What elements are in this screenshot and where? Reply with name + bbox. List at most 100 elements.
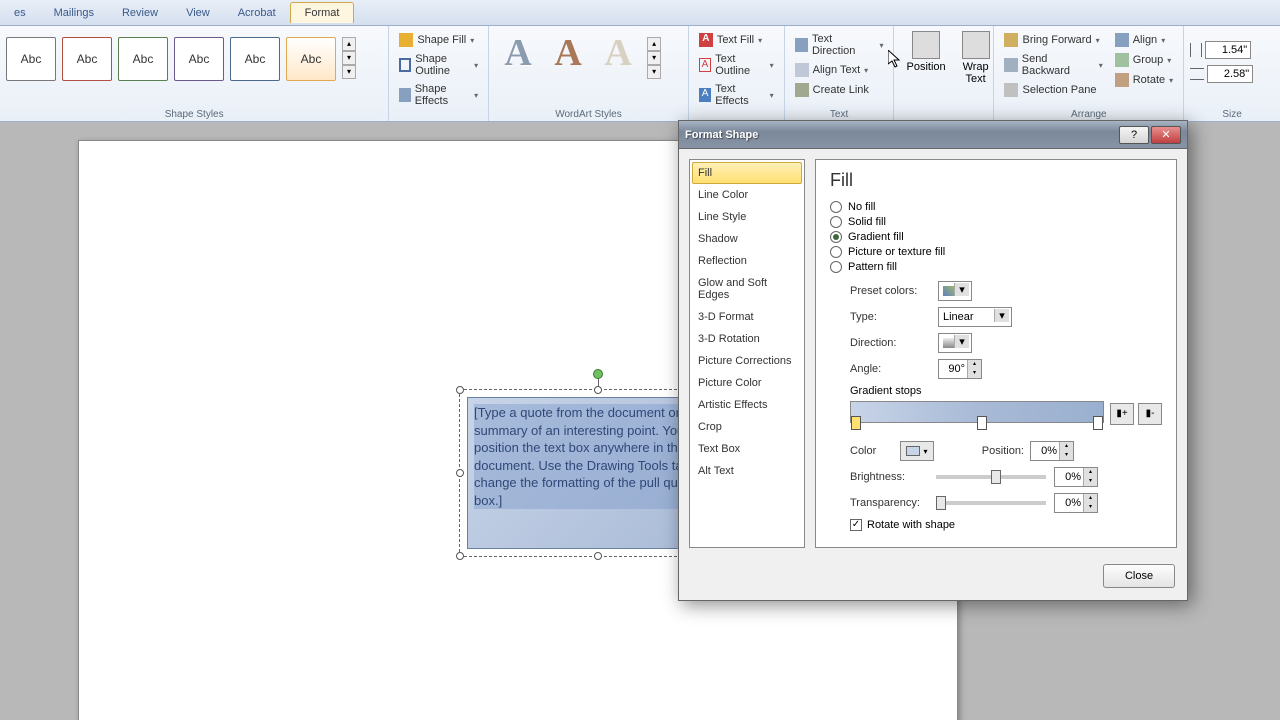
text-effects-button[interactable]: AText Effects — [695, 81, 778, 109]
category-reflection[interactable]: Reflection — [692, 250, 802, 272]
gallery-down[interactable]: ▾ — [342, 51, 356, 65]
radio-icon[interactable] — [830, 216, 842, 228]
selection-pane-button[interactable]: Selection Pane — [1000, 81, 1106, 99]
radio-icon[interactable] — [830, 246, 842, 258]
gallery-up[interactable]: ▴ — [647, 37, 661, 51]
dialog-title: Format Shape — [685, 129, 1117, 141]
fill-radio-no-fill[interactable]: No fill — [830, 201, 1162, 213]
resize-handle[interactable] — [594, 386, 602, 394]
label: Bring Forward — [1022, 34, 1091, 46]
gradient-stop[interactable] — [1093, 416, 1103, 430]
height-input[interactable] — [1205, 41, 1251, 59]
fill-radio-pattern-fill[interactable]: Pattern fill — [830, 261, 1162, 273]
color-button[interactable] — [900, 441, 934, 461]
bring-forward-button[interactable]: Bring Forward — [1000, 31, 1106, 49]
angle-input[interactable]: ▴▾ — [938, 359, 982, 379]
gallery-more[interactable]: ▾ — [647, 65, 661, 79]
resize-handle[interactable] — [594, 552, 602, 560]
category-line-color[interactable]: Line Color — [692, 184, 802, 206]
fill-radio-solid-fill[interactable]: Solid fill — [830, 216, 1162, 228]
category-fill[interactable]: Fill — [692, 162, 802, 184]
category-artistic-effects[interactable]: Artistic Effects — [692, 394, 802, 416]
category-glow-and-soft-edges[interactable]: Glow and Soft Edges — [692, 272, 802, 306]
text-direction-button[interactable]: Text Direction — [791, 31, 888, 59]
shape-outline-button[interactable]: Shape Outline — [395, 51, 482, 79]
align-text-button[interactable]: Align Text — [791, 61, 888, 79]
category-picture-color[interactable]: Picture Color — [692, 372, 802, 394]
wordart-style[interactable]: A — [495, 29, 541, 77]
fill-radio-picture-or-texture-fill[interactable]: Picture or texture fill — [830, 246, 1162, 258]
position-button[interactable]: Position — [900, 29, 951, 75]
resize-handle[interactable] — [456, 386, 464, 394]
category-crop[interactable]: Crop — [692, 416, 802, 438]
shape-effects-button[interactable]: Shape Effects — [395, 81, 482, 109]
category-picture-corrections[interactable]: Picture Corrections — [692, 350, 802, 372]
radio-icon[interactable] — [830, 201, 842, 213]
ribbon-tab-mailings[interactable]: Mailings — [40, 3, 108, 23]
gallery-more[interactable]: ▾ — [342, 65, 356, 79]
rotate-checkbox[interactable]: ✓ — [850, 519, 862, 531]
align-button[interactable]: Align — [1111, 31, 1177, 49]
fill-radio-gradient-fill[interactable]: Gradient fill — [830, 231, 1162, 243]
gradient-bar[interactable] — [850, 401, 1104, 423]
gradient-stop[interactable] — [851, 416, 861, 430]
brightness-slider[interactable] — [936, 475, 1046, 479]
category-text-box[interactable]: Text Box — [692, 438, 802, 460]
gallery-up[interactable]: ▴ — [342, 37, 356, 51]
category-3-d-rotation[interactable]: 3-D Rotation — [692, 328, 802, 350]
text-fill-button[interactable]: AText Fill — [695, 31, 778, 49]
ribbon-tab-review[interactable]: Review — [108, 3, 172, 23]
transparency-input[interactable]: ▴▾ — [1054, 493, 1098, 513]
rotate-button[interactable]: Rotate — [1111, 71, 1177, 89]
ribbon-tab-format[interactable]: Format — [290, 2, 355, 23]
style-swatch[interactable]: Abc — [230, 37, 280, 81]
category-alt-text[interactable]: Alt Text — [692, 460, 802, 482]
label: Shape Fill — [417, 34, 466, 46]
wrap-text-button[interactable]: Wrap Text — [956, 29, 996, 87]
resize-handle[interactable] — [456, 469, 464, 477]
text-outline-button[interactable]: AText Outline — [695, 51, 778, 79]
position-icon — [912, 31, 940, 59]
style-swatch[interactable]: Abc — [174, 37, 224, 81]
style-swatch[interactable]: Abc — [286, 37, 336, 81]
wordart-style[interactable]: A — [595, 29, 641, 77]
ribbon-tab-acrobat[interactable]: Acrobat — [224, 3, 290, 23]
ribbon-tab-es[interactable]: es — [0, 3, 40, 23]
group-button[interactable]: Group — [1111, 51, 1177, 69]
radio-label: Pattern fill — [848, 261, 897, 273]
style-swatch[interactable]: Abc — [6, 37, 56, 81]
shape-fill-button[interactable]: Shape Fill — [395, 31, 482, 49]
resize-handle[interactable] — [456, 552, 464, 560]
type-value: Linear — [943, 311, 974, 323]
direction-combo[interactable] — [938, 333, 972, 353]
close-button[interactable]: ✕ — [1151, 126, 1181, 144]
bucket-icon — [906, 446, 920, 456]
style-swatch[interactable]: Abc — [62, 37, 112, 81]
remove-stop-button[interactable]: ▮- — [1138, 403, 1162, 425]
help-button[interactable]: ? — [1119, 126, 1149, 144]
brightness-input[interactable]: ▴▾ — [1054, 467, 1098, 487]
gradient-stop[interactable] — [977, 416, 987, 430]
category-line-style[interactable]: Line Style — [692, 206, 802, 228]
dialog-titlebar[interactable]: Format Shape ? ✕ — [679, 121, 1187, 149]
category-list: FillLine ColorLine StyleShadowReflection… — [689, 159, 805, 548]
style-swatch[interactable]: Abc — [118, 37, 168, 81]
radio-icon[interactable] — [830, 261, 842, 273]
ribbon-tab-view[interactable]: View — [172, 3, 224, 23]
category-shadow[interactable]: Shadow — [692, 228, 802, 250]
gallery-down[interactable]: ▾ — [647, 51, 661, 65]
wordart-style[interactable]: A — [545, 29, 591, 77]
rotate-handle[interactable] — [593, 369, 603, 379]
shape-style-gallery[interactable]: Abc Abc Abc Abc Abc Abc — [6, 29, 336, 81]
preset-colors-combo[interactable] — [938, 281, 972, 301]
transparency-slider[interactable] — [936, 501, 1046, 505]
type-combo[interactable]: Linear — [938, 307, 1012, 327]
category-3-d-format[interactable]: 3-D Format — [692, 306, 802, 328]
add-stop-button[interactable]: ▮+ — [1110, 403, 1134, 425]
radio-icon[interactable] — [830, 231, 842, 243]
position-input[interactable]: ▴▾ — [1030, 441, 1074, 461]
width-input[interactable] — [1207, 65, 1253, 83]
close-dialog-button[interactable]: Close — [1103, 564, 1175, 588]
create-link-button[interactable]: Create Link — [791, 81, 888, 99]
send-backward-button[interactable]: Send Backward — [1000, 51, 1106, 79]
